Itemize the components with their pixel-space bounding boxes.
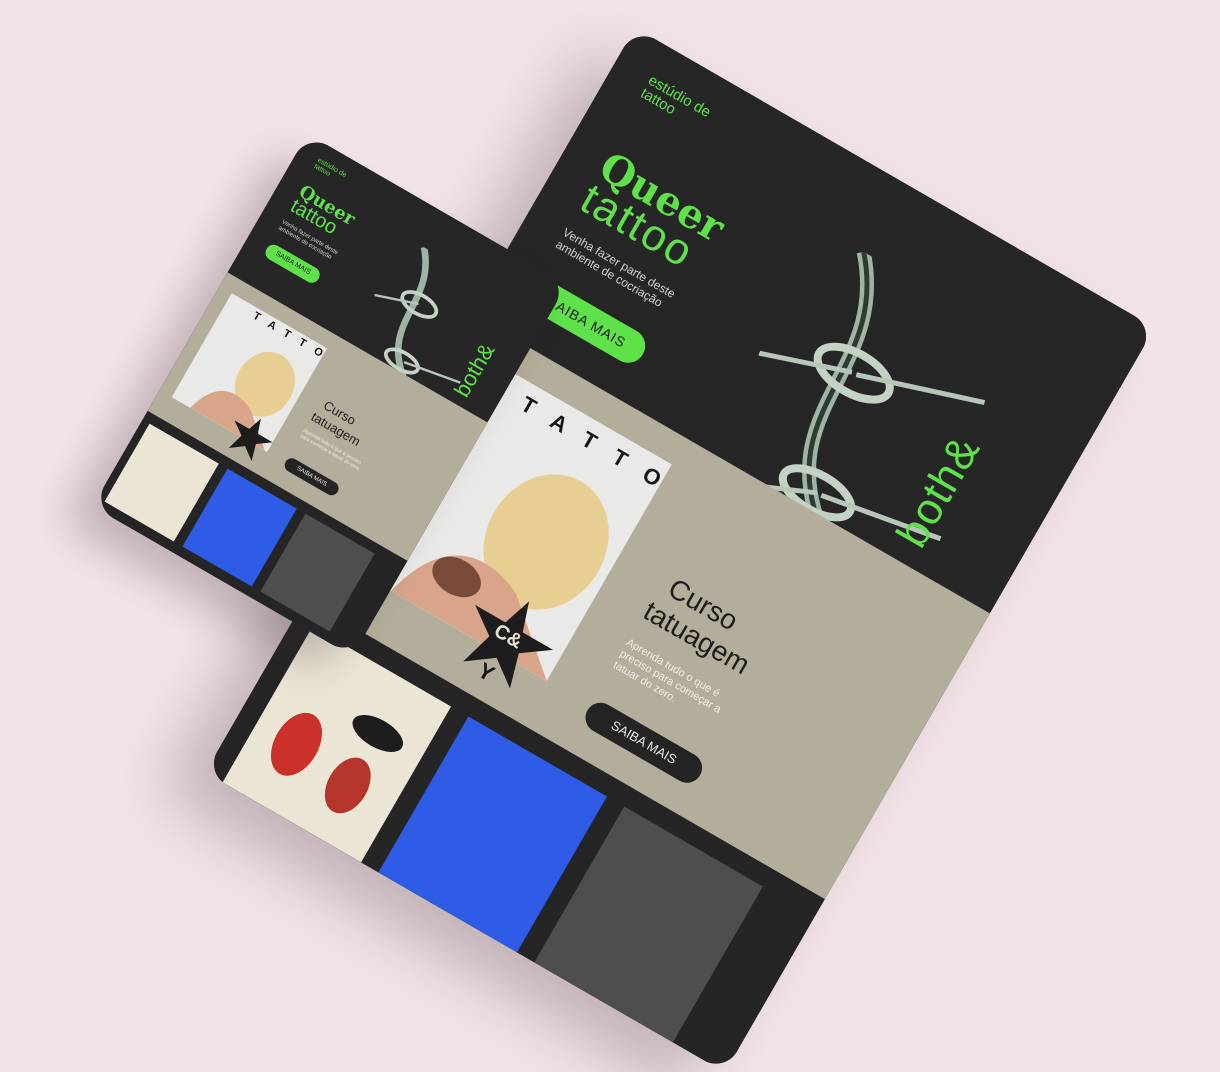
phone-studio-label: estúdio de tattoo (312, 156, 348, 180)
studio-label: estúdio de tattoo (637, 71, 714, 122)
phone-course-saiba-mais-button[interactable]: SAIBA MAIS (282, 455, 342, 498)
